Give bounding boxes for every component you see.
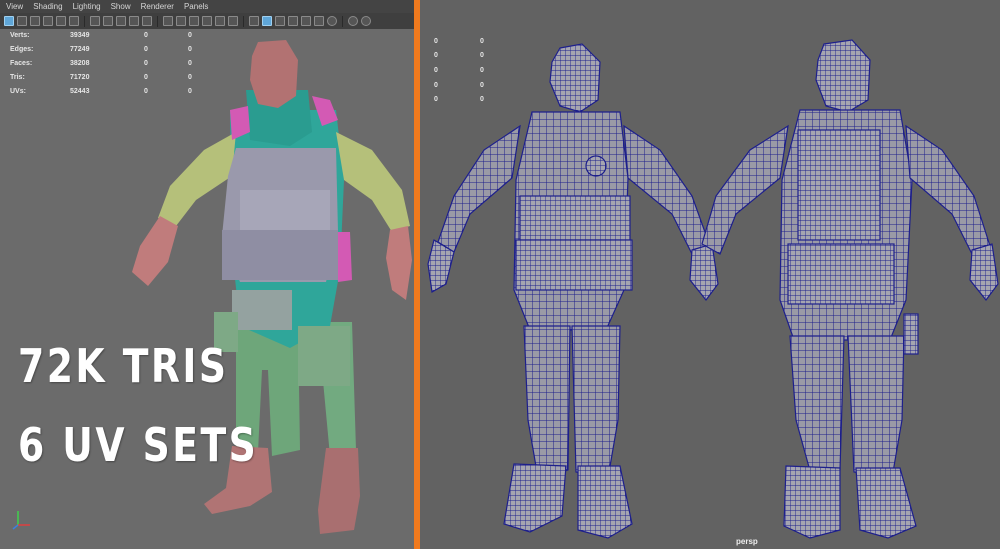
back-leg-right-wire [847, 335, 905, 479]
wireframe-character-models[interactable] [420, 0, 1000, 549]
leg-left-wire [523, 325, 571, 479]
arm-right-wire [623, 124, 711, 255]
sleeve-left [158, 132, 236, 226]
thigh-holster [298, 326, 350, 386]
back-head-wire [815, 39, 871, 113]
backpack-wire [797, 129, 881, 241]
vest-panel [240, 190, 330, 230]
tris-overlay-label: 72K TRIS [18, 339, 229, 393]
hand-right [386, 226, 412, 300]
wireframe-front-view [427, 43, 719, 539]
wireframe-viewport[interactable]: 0 0 0 0 0 0 0 0 0 0 persp [420, 0, 1000, 549]
boot-right [318, 448, 360, 534]
camera-name-label: persp [736, 537, 758, 546]
leg-right-wire [571, 325, 621, 479]
vest-pouches [222, 230, 338, 280]
arm-left-wire [437, 124, 521, 253]
shaded-viewport[interactable]: View Shading Lighting Show Renderer Pane… [0, 0, 414, 549]
back-boot-right-wire [855, 467, 917, 539]
back-holster-wire [903, 313, 919, 355]
back-arm-right-wire [905, 124, 991, 255]
back-arm-left-wire [701, 124, 789, 255]
head [250, 40, 298, 108]
sleeve-right [336, 132, 410, 232]
back-boot-left-wire [783, 465, 841, 539]
pink-strap [336, 232, 352, 282]
radio-wire [585, 155, 607, 177]
vest-wire [519, 195, 631, 241]
pouches-wire [515, 239, 633, 291]
uv-sets-overlay-label: 6 UV SETS [18, 418, 259, 472]
back-leg-left-wire [789, 335, 845, 479]
wireframe-back-view [701, 39, 999, 539]
belt-pouches [232, 290, 292, 330]
hand-left [132, 216, 178, 286]
hand-right-wire [689, 243, 719, 301]
axis-gizmo-icon [12, 511, 30, 530]
head-wire [549, 43, 601, 113]
back-hand-right-wire [969, 243, 999, 301]
boot-left-wire [503, 463, 567, 533]
back-pouch-wire [787, 243, 895, 305]
boot-right-wire [577, 465, 633, 539]
